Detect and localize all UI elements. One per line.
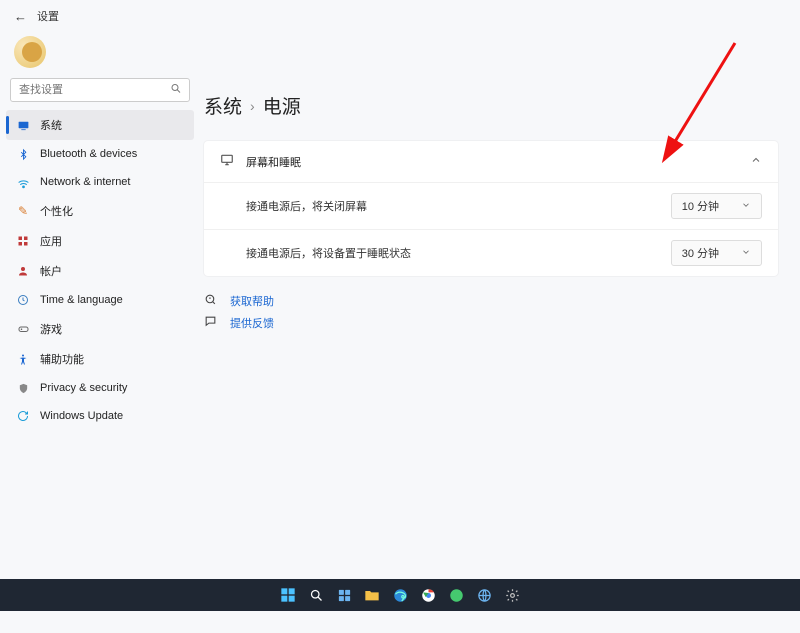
accessibility-icon [16, 352, 30, 366]
feedback-icon [204, 315, 220, 331]
monitor-icon [220, 153, 236, 170]
sidebar-item-bluetooth[interactable]: Bluetooth & devices [6, 140, 194, 168]
give-feedback-link[interactable]: 提供反馈 [230, 315, 274, 331]
sidebar-item-apps[interactable]: 应用 [6, 226, 194, 256]
breadcrumb-parent[interactable]: 系统 [204, 92, 242, 119]
taskbar-settings[interactable] [501, 584, 523, 606]
sidebar-item-accounts[interactable]: 帐户 [6, 256, 194, 286]
chevron-down-icon [741, 200, 751, 213]
sleep-select[interactable]: 30 分钟 [671, 240, 762, 266]
taskbar-widgets[interactable] [333, 584, 355, 606]
sidebar-item-label: 应用 [40, 233, 62, 249]
header-title: 设置 [37, 8, 59, 24]
sidebar-item-windows-update[interactable]: Windows Update [6, 402, 194, 430]
sidebar-item-privacy[interactable]: Privacy & security [6, 374, 194, 402]
sidebar-item-label: 系统 [40, 117, 62, 133]
chevron-up-icon [750, 154, 762, 169]
sidebar-item-gaming[interactable]: 游戏 [6, 314, 194, 344]
sidebar: 系统 Bluetooth & devices Network & interne… [0, 74, 200, 633]
sidebar-item-label: Bluetooth & devices [40, 148, 137, 160]
gamepad-icon [16, 322, 30, 336]
sidebar-item-label: Time & language [40, 294, 123, 306]
back-button[interactable]: ← [14, 9, 27, 24]
sidebar-item-accessibility[interactable]: 辅助功能 [6, 344, 194, 374]
main-content: 系统 › 电源 屏幕和睡眠 接通电源后，将关闭屏幕 10 分钟 [200, 74, 800, 633]
user-avatar[interactable] [14, 36, 46, 68]
taskbar-search[interactable] [305, 584, 327, 606]
taskbar-app-1[interactable] [445, 584, 467, 606]
taskbar-edge[interactable] [389, 584, 411, 606]
select-value: 30 分钟 [682, 245, 719, 261]
system-icon [16, 118, 30, 132]
sidebar-item-system[interactable]: 系统 [6, 110, 194, 140]
get-help-link[interactable]: 获取帮助 [230, 293, 274, 309]
account-icon [16, 264, 30, 278]
network-icon [16, 175, 30, 189]
bluetooth-icon [16, 147, 30, 161]
row-label: 接通电源后，将关闭屏幕 [246, 198, 367, 214]
sidebar-item-label: Privacy & security [40, 382, 127, 394]
apps-icon [16, 234, 30, 248]
help-icon [204, 293, 220, 309]
row-label: 接通电源后，将设备置于睡眠状态 [246, 245, 411, 261]
search-input[interactable] [10, 78, 190, 102]
shield-icon [16, 381, 30, 395]
sidebar-item-label: Network & internet [40, 176, 130, 188]
chevron-down-icon [741, 247, 751, 260]
taskbar-chrome[interactable] [417, 584, 439, 606]
screen-off-select[interactable]: 10 分钟 [671, 193, 762, 219]
taskbar [0, 579, 800, 611]
sidebar-item-label: 个性化 [40, 203, 73, 219]
start-button[interactable] [277, 584, 299, 606]
update-icon [16, 409, 30, 423]
clock-icon [16, 293, 30, 307]
taskbar-explorer[interactable] [361, 584, 383, 606]
taskbar-app-2[interactable] [473, 584, 495, 606]
breadcrumb-current: 电源 [263, 92, 301, 119]
sidebar-item-label: Windows Update [40, 410, 123, 422]
select-value: 10 分钟 [682, 198, 719, 214]
sidebar-item-label: 游戏 [40, 321, 62, 337]
breadcrumb: 系统 › 电源 [204, 92, 778, 119]
paintbrush-icon: ✎ [16, 204, 30, 218]
screen-sleep-header[interactable]: 屏幕和睡眠 [204, 141, 778, 182]
screen-sleep-card: 屏幕和睡眠 接通电源后，将关闭屏幕 10 分钟 接通电源后，将设备置于睡眠状态 … [204, 141, 778, 276]
sidebar-item-label: 帐户 [40, 263, 62, 279]
sleep-row: 接通电源后，将设备置于睡眠状态 30 分钟 [204, 229, 778, 276]
sidebar-item-network[interactable]: Network & internet [6, 168, 194, 196]
screen-off-row: 接通电源后，将关闭屏幕 10 分钟 [204, 182, 778, 229]
sidebar-item-label: 辅助功能 [40, 351, 84, 367]
card-title: 屏幕和睡眠 [246, 154, 301, 170]
sidebar-item-time-language[interactable]: Time & language [6, 286, 194, 314]
sidebar-item-personalization[interactable]: ✎ 个性化 [6, 196, 194, 226]
chevron-right-icon: › [250, 98, 255, 114]
